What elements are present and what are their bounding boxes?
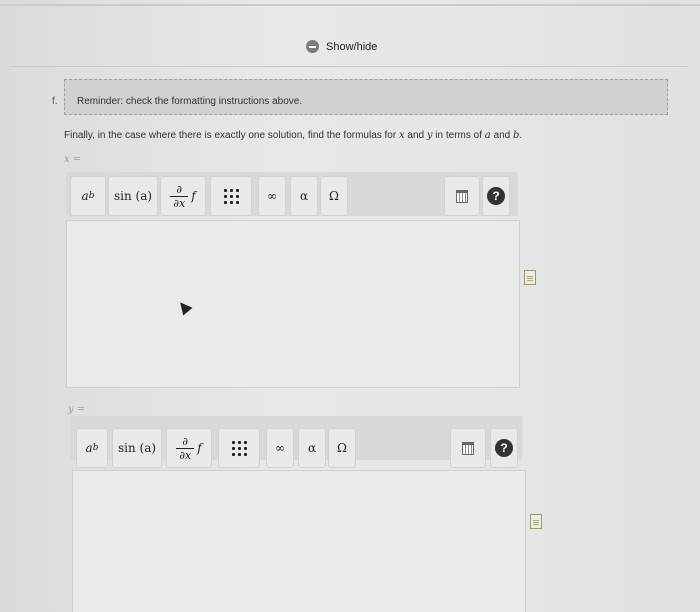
partial-bottom: ∂x — [173, 196, 186, 210]
alpha-symbol: α — [299, 189, 309, 203]
x-alpha-button[interactable]: α — [290, 176, 318, 216]
power-exponent: b — [88, 191, 95, 201]
x-power-button[interactable]: ab — [70, 176, 106, 216]
y-sin-button[interactable]: sin (a) — [112, 428, 162, 468]
x-answer-input[interactable] — [66, 220, 520, 388]
question-number: f. — [52, 96, 58, 107]
minus-circle-icon[interactable] — [306, 40, 319, 53]
section-divider — [10, 66, 688, 67]
partial-bottom: ∂x — [179, 448, 192, 462]
omega-symbol: Ω — [337, 441, 347, 455]
y-alpha-button[interactable]: α — [298, 428, 326, 468]
sin-label: sin (a) — [117, 441, 157, 455]
trash-icon — [456, 189, 468, 203]
help-icon: ? — [487, 187, 505, 205]
x-infinity-button[interactable]: ∞ — [258, 176, 286, 216]
infinity-symbol: ∞ — [275, 441, 285, 455]
document-icon[interactable] — [524, 270, 536, 285]
prompt-mid3: and — [490, 130, 513, 141]
x-sin-button[interactable]: sin (a) — [108, 176, 158, 216]
x-help-button[interactable]: ? — [482, 176, 510, 216]
y-answer-label: y = — [68, 404, 86, 415]
prompt-mid: and — [404, 130, 427, 141]
partial-fraction: ∂ ∂x — [176, 434, 195, 462]
partial-top: ∂ — [182, 434, 189, 448]
partial-f: f — [197, 441, 202, 455]
page: Show/hide f. Reminder: check the formatt… — [0, 0, 700, 612]
prompt-end: . — [519, 130, 523, 141]
prompt-prefix: Finally, in the case where there is exac… — [64, 130, 399, 141]
y-delete-button[interactable] — [450, 428, 486, 468]
partial-top: ∂ — [176, 182, 183, 196]
power-base: a — [85, 441, 93, 455]
partial-fraction: ∂ ∂x — [170, 182, 189, 210]
x-partial-button[interactable]: ∂ ∂x f — [160, 176, 206, 216]
reminder-box: Reminder: check the formatting instructi… — [64, 79, 668, 115]
sin-label: sin (a) — [113, 189, 153, 203]
top-divider — [0, 4, 700, 6]
x-omega-button[interactable]: Ω — [320, 176, 348, 216]
show-hide-toggle[interactable]: Show/hide — [306, 40, 377, 53]
x-answer-label: x = — [64, 154, 82, 165]
omega-symbol: Ω — [329, 189, 339, 203]
matrix-icon — [231, 440, 247, 456]
y-omega-button[interactable]: Ω — [328, 428, 356, 468]
power-exponent: b — [92, 443, 99, 453]
show-hide-label[interactable]: Show/hide — [326, 41, 377, 53]
y-matrix-button[interactable] — [218, 428, 260, 468]
y-power-button[interactable]: ab — [76, 428, 108, 468]
y-partial-button[interactable]: ∂ ∂x f — [166, 428, 212, 468]
power-base: a — [81, 189, 89, 203]
y-help-button[interactable]: ? — [490, 428, 518, 468]
trash-icon — [462, 441, 474, 455]
matrix-icon — [223, 188, 239, 204]
question-prompt: Finally, in the case where there is exac… — [64, 130, 522, 141]
x-delete-button[interactable] — [444, 176, 480, 216]
partial-f: f — [191, 189, 196, 203]
document-icon[interactable] — [530, 514, 542, 529]
infinity-symbol: ∞ — [267, 189, 277, 203]
reminder-text: Reminder: check the formatting instructi… — [77, 96, 303, 107]
alpha-symbol: α — [307, 441, 317, 455]
y-infinity-button[interactable]: ∞ — [266, 428, 294, 468]
x-matrix-button[interactable] — [210, 176, 252, 216]
prompt-mid2: in terms of — [432, 130, 485, 141]
help-icon: ? — [495, 439, 513, 457]
y-answer-input[interactable] — [72, 470, 526, 612]
